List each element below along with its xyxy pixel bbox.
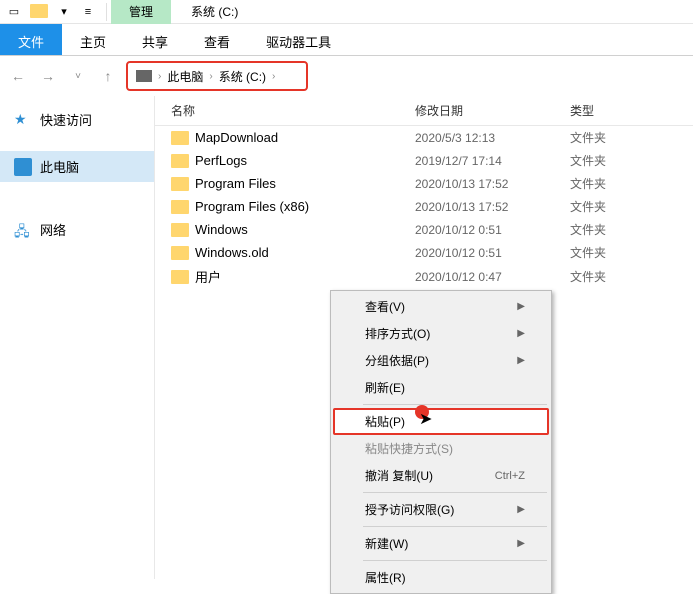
folder-icon [171,200,189,214]
file-type: 文件夹 [570,152,606,169]
breadcrumb[interactable]: › 此电脑 › 系统 (C:) › [126,61,308,91]
sidebar-quick-access[interactable]: ★ 快速访问 [0,104,154,135]
separator [363,560,547,561]
cm-paste[interactable]: 粘贴(P) [333,408,549,435]
context-menu: 查看(V)▶ 排序方式(O)▶ 分组依据(P)▶ 刷新(E) 粘贴(P) 粘贴快… [330,290,552,594]
breadcrumb-this-pc[interactable]: 此电脑 [167,68,203,85]
cm-group[interactable]: 分组依据(P)▶ [333,347,549,374]
dropdown-icon[interactable]: ▾ [56,4,72,20]
folder-icon [171,246,189,260]
separator [363,404,547,405]
navbar: ← → ˅ ↑ › 此电脑 › 系统 (C:) › [0,56,693,96]
network-icon: 🖧 [14,221,32,239]
file-date: 2020/10/12 0:51 [415,246,570,260]
file-name: Windows [195,222,248,237]
breadcrumb-drive[interactable]: 系统 (C:) [219,68,266,85]
sidebar-this-pc[interactable]: 此电脑 [0,151,154,182]
ribbon: 文件 主页 共享 查看 驱动器工具 [0,24,693,56]
forward-button[interactable]: → [36,64,60,88]
titlebar: ▭ ▾ ≡ 管理 系统 (C:) [0,0,693,24]
file-name: Program Files (x86) [195,199,309,214]
chevron-right-icon: ▶ [517,538,525,549]
folder-icon [171,131,189,145]
sidebar: ★ 快速访问 此电脑 🖧 网络 [0,96,155,579]
file-date: 2020/10/13 17:52 [415,200,570,214]
ribbon-tools[interactable]: 驱动器工具 [248,24,349,55]
cm-grant-access[interactable]: 授予访问权限(G)▶ [333,496,549,523]
chevron-right-icon[interactable]: › [272,71,275,82]
file-date: 2020/5/3 12:13 [415,131,570,145]
sidebar-label: 网络 [40,220,66,239]
cm-refresh[interactable]: 刷新(E) [333,374,549,401]
file-row[interactable]: PerfLogs 2019/12/7 17:14文件夹 [155,149,693,172]
file-type: 文件夹 [570,175,606,192]
ribbon-home[interactable]: 主页 [62,24,124,55]
file-row[interactable]: 用户 2020/10/12 0:47文件夹 [155,264,693,289]
file-type: 文件夹 [570,244,606,261]
up-button[interactable]: ↑ [96,64,120,88]
sidebar-label: 快速访问 [40,110,92,129]
window-title: 系统 (C:) [191,3,238,20]
folder-icon [171,223,189,237]
col-type-header[interactable]: 类型 [570,102,693,119]
file-row[interactable]: MapDownload 2020/5/3 12:13文件夹 [155,126,693,149]
file-name: MapDownload [195,130,278,145]
file-row[interactable]: Program Files (x86) 2020/10/13 17:52文件夹 [155,195,693,218]
chevron-right-icon[interactable]: › [158,71,161,82]
file-type: 文件夹 [570,129,606,146]
app-icon: ▭ [6,4,22,20]
file-name: 用户 [195,267,221,286]
file-row[interactable]: Windows.old 2020/10/12 0:51文件夹 [155,241,693,264]
file-name: Program Files [195,176,276,191]
chevron-right-icon: ▶ [517,355,525,366]
cm-sort[interactable]: 排序方式(O)▶ [333,320,549,347]
tab-manage[interactable]: 管理 [111,0,171,24]
separator [363,492,547,493]
file-name: Windows.old [195,245,269,260]
file-list: MapDownload2020/5/3 12:13文件夹PerfLogs2019… [155,126,693,289]
back-button[interactable]: ← [6,64,30,88]
file-type: 文件夹 [570,198,606,215]
cm-undo[interactable]: 撤消 复制(U)Ctrl+Z [333,462,549,489]
star-icon: ★ [14,111,32,129]
separator [363,526,547,527]
file-date: 2019/12/7 17:14 [415,154,570,168]
file-date: 2020/10/12 0:47 [415,270,570,284]
shortcut-label: Ctrl+Z [495,470,525,482]
folder-icon [171,177,189,191]
folder-icon [171,270,189,284]
recent-dropdown[interactable]: ˅ [66,64,90,88]
ribbon-share[interactable]: 共享 [124,24,186,55]
ribbon-file[interactable]: 文件 [0,24,62,55]
folder-icon [30,4,48,18]
col-name-header[interactable]: 名称 [155,102,415,119]
cm-view[interactable]: 查看(V)▶ [333,293,549,320]
sidebar-network[interactable]: 🖧 网络 [0,214,154,245]
pc-icon [14,158,32,176]
ribbon-view[interactable]: 查看 [186,24,248,55]
eq-icon[interactable]: ≡ [80,4,96,20]
folder-icon [171,154,189,168]
cm-new[interactable]: 新建(W)▶ [333,530,549,557]
cm-paste-shortcut[interactable]: 粘贴快捷方式(S) [333,435,549,462]
col-date-header[interactable]: 修改日期 [415,102,570,119]
column-headers: 名称 修改日期 类型 [155,96,693,126]
file-name: PerfLogs [195,153,247,168]
chevron-right-icon[interactable]: › [209,71,212,82]
drive-icon [136,70,152,82]
file-row[interactable]: Program Files 2020/10/13 17:52文件夹 [155,172,693,195]
chevron-right-icon: ▶ [517,328,525,339]
file-date: 2020/10/12 0:51 [415,223,570,237]
chevron-right-icon: ▶ [517,504,525,515]
file-type: 文件夹 [570,268,606,285]
quick-access-toolbar: ▭ ▾ ≡ [0,4,102,20]
file-date: 2020/10/13 17:52 [415,177,570,191]
file-type: 文件夹 [570,221,606,238]
sidebar-label: 此电脑 [40,157,79,176]
file-row[interactable]: Windows 2020/10/12 0:51文件夹 [155,218,693,241]
chevron-right-icon: ▶ [517,301,525,312]
cm-properties[interactable]: 属性(R) [333,564,549,591]
